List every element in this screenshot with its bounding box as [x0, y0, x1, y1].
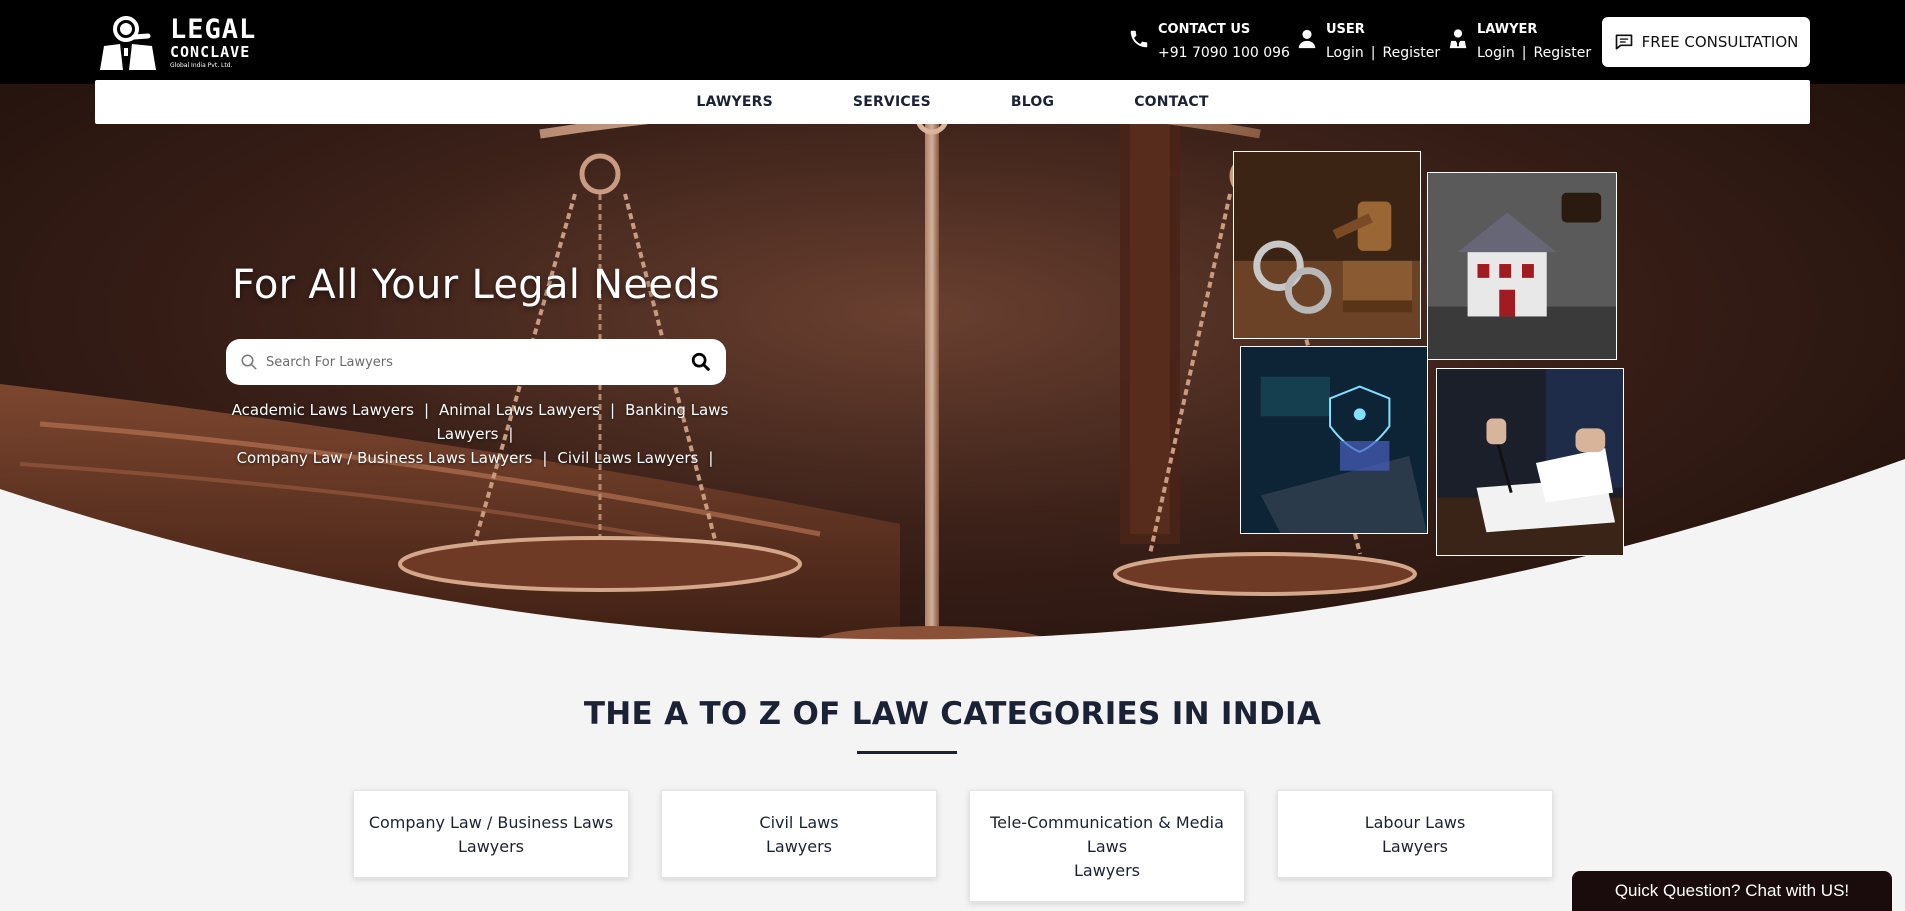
phone-icon — [1130, 30, 1148, 48]
category-card-line: Lawyers — [765, 837, 833, 856]
category-card-line: Labour Laws — [1364, 813, 1466, 832]
chat-widget-button[interactable]: Quick Question? Chat with US! — [1572, 871, 1892, 911]
contact-phone-link[interactable]: +91 7090 100 096 — [1158, 45, 1290, 61]
lawyer-title: LAWYER — [1477, 22, 1538, 37]
categories-heading: THE A TO Z OF LAW CATEGORIES IN INDIA — [0, 696, 1905, 732]
contact-block: CONTACT US +91 7090 100 096 — [1128, 21, 1290, 63]
main-nav: LAWYERS SERVICES BLOG CONTACT — [95, 80, 1810, 124]
category-card-telecom-media[interactable]: Tele-Communication & Media Laws Lawyers — [969, 790, 1245, 902]
search-icon — [241, 354, 257, 370]
logo-icon — [96, 12, 162, 72]
category-card-line: Laws — [1086, 837, 1128, 856]
quick-link-separator: | — [423, 401, 430, 419]
quick-link[interactable]: Company Law / Business Laws Lawyers — [237, 449, 533, 467]
hero-title: For All Your Legal Needs — [231, 262, 721, 308]
categories-heading-pre: THE — [583, 696, 665, 732]
category-card-labour-laws[interactable]: Labour Laws Lawyers — [1277, 790, 1553, 878]
lawyer-register-link[interactable]: Register — [1534, 45, 1592, 61]
brand-logo[interactable]: LEGAL CONCLAVE Global India Pvt. Ltd. — [96, 12, 256, 72]
categories-heading-bold: A TO Z OF LAW — [664, 696, 930, 732]
category-card-line: Lawyers — [1073, 861, 1141, 880]
brand-tagline: Global India Pvt. Ltd. — [170, 61, 233, 69]
chat-bubble-icon — [1615, 34, 1632, 50]
handcuffs-gavel-image — [1233, 151, 1421, 339]
category-card-line: Tele-Communication & Media — [990, 813, 1224, 832]
heading-underline — [857, 751, 957, 754]
lawyer-block: LAWYER Login | Register — [1447, 21, 1591, 63]
quick-link-separator: | — [708, 449, 714, 467]
popular-search-links: Academic Laws Lawyers | Animal Laws Lawyer… — [200, 398, 760, 470]
lawyer-search-bar — [226, 339, 726, 385]
signing-document-image — [1436, 368, 1624, 556]
user-register-link[interactable]: Register — [1383, 45, 1441, 61]
house-model-gavel-image — [1427, 172, 1617, 360]
user-block: USER Login | Register — [1296, 21, 1440, 63]
laptop-security-image — [1240, 346, 1428, 534]
quick-link[interactable]: Academic Laws Lawyers — [232, 401, 414, 419]
category-card-line: Company Law / Business Laws — [368, 813, 614, 832]
lawyer-link-separator: | — [1521, 45, 1527, 61]
user-title: USER — [1326, 22, 1365, 37]
lawyer-login-link[interactable]: Login — [1477, 45, 1515, 61]
user-link-separator: | — [1370, 45, 1376, 61]
search-submit-icon[interactable] — [690, 351, 712, 373]
lawyer-icon — [1449, 29, 1467, 49]
nav-item-lawyers[interactable]: LAWYERS — [696, 94, 773, 110]
free-consultation-button[interactable]: FREE CONSULTATION — [1602, 17, 1810, 67]
nav-item-blog[interactable]: BLOG — [1011, 94, 1054, 110]
quick-link-separator: | — [508, 425, 514, 443]
brand-name: LEGAL CONCLAVE Global India Pvt. Ltd. — [170, 16, 256, 69]
lawyer-search-input[interactable] — [266, 347, 690, 377]
contact-title: CONTACT US — [1158, 22, 1251, 37]
category-card-line: Lawyers — [1381, 837, 1449, 856]
user-icon — [1298, 29, 1316, 49]
quick-link[interactable]: Civil Laws Lawyers — [557, 449, 698, 467]
brand-name-line1: LEGAL — [170, 13, 257, 45]
categories-heading-post: CATEGORIES IN INDIA — [929, 696, 1322, 732]
top-header: LEGAL CONCLAVE Global India Pvt. Ltd. CO… — [0, 0, 1905, 84]
category-card-line: Civil Laws — [759, 813, 839, 832]
category-card-civil-laws[interactable]: Civil Laws Lawyers — [661, 790, 937, 878]
brand-name-line2: CONCLAVE — [170, 42, 251, 61]
quick-link[interactable]: Animal Laws Lawyers — [439, 401, 600, 419]
user-login-link[interactable]: Login — [1326, 45, 1364, 61]
nav-item-services[interactable]: SERVICES — [853, 94, 931, 110]
quick-link-separator: | — [610, 401, 616, 419]
nav-item-contact[interactable]: CONTACT — [1134, 94, 1208, 110]
category-card-line: Lawyers — [457, 837, 525, 856]
quick-link-separator: | — [542, 449, 548, 467]
category-card-company-law[interactable]: Company Law / Business Laws Lawyers — [353, 790, 629, 878]
free-consultation-label: FREE CONSULTATION — [1641, 33, 1799, 51]
